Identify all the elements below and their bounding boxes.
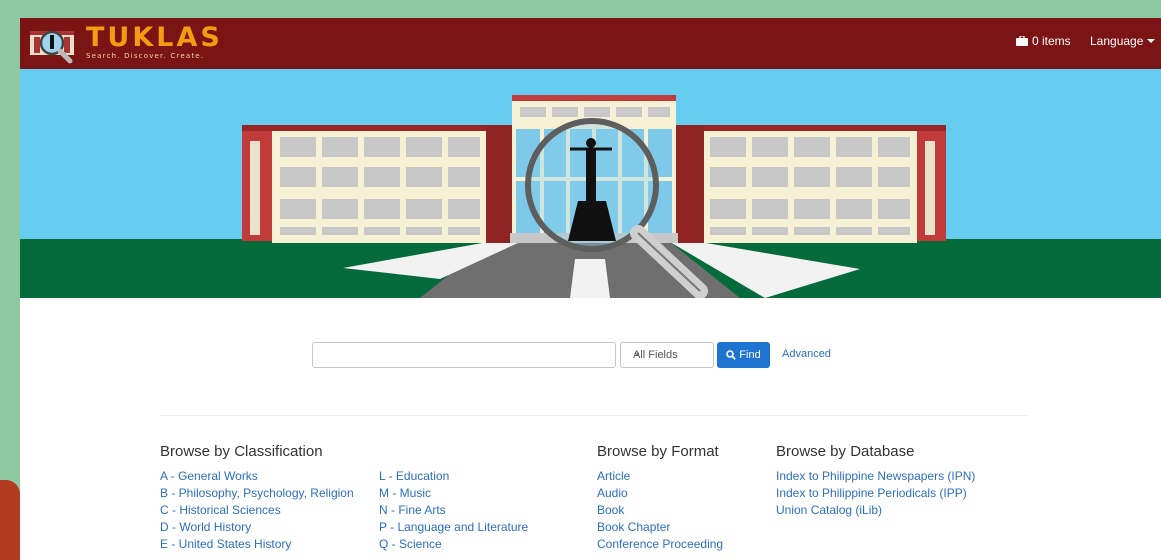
classification-link[interactable]: Q - Science bbox=[379, 536, 528, 553]
find-button[interactable]: Find bbox=[717, 342, 770, 368]
logo-title: TUKLAS bbox=[86, 22, 223, 53]
top-navbar: TUKLAS Search. Discover. Create. 0 items… bbox=[20, 18, 1161, 69]
search-field-select[interactable]: All Fields ⌄ bbox=[620, 342, 714, 368]
search-input[interactable] bbox=[312, 342, 616, 368]
database-link[interactable]: Index to Philippine Periodicals (IPP) bbox=[776, 485, 975, 502]
magnifier-building-logo-icon bbox=[30, 30, 74, 64]
advanced-search-link[interactable]: Advanced bbox=[782, 348, 831, 360]
background-decor bbox=[0, 480, 20, 560]
format-link[interactable]: Audio bbox=[597, 485, 723, 502]
logo[interactable]: TUKLAS Search. Discover. Create. bbox=[28, 21, 228, 65]
hero-banner bbox=[20, 69, 1161, 298]
classification-link[interactable]: A - General Works bbox=[160, 468, 354, 485]
briefcase-icon bbox=[1016, 36, 1028, 46]
classification-link[interactable]: D - World History bbox=[160, 519, 354, 536]
chevron-down-icon: ⌄ bbox=[633, 347, 642, 358]
classification-list-col1: A - General Works B - Philosophy, Psycho… bbox=[160, 468, 354, 553]
database-list: Index to Philippine Newspapers (IPN) Ind… bbox=[776, 468, 975, 519]
classification-link[interactable]: E - United States History bbox=[160, 536, 354, 553]
find-label: Find bbox=[739, 349, 761, 361]
classification-link[interactable]: L - Education bbox=[379, 468, 528, 485]
language-label: Language bbox=[1090, 34, 1144, 48]
format-link[interactable]: Article bbox=[597, 468, 723, 485]
caret-down-icon bbox=[1147, 39, 1156, 43]
database-link[interactable]: Index to Philippine Newspapers (IPN) bbox=[776, 468, 975, 485]
logo-tagline: Search. Discover. Create. bbox=[86, 52, 205, 60]
classification-link[interactable]: M - Music bbox=[379, 485, 528, 502]
format-list: Article Audio Book Book Chapter Conferen… bbox=[597, 468, 723, 553]
search-icon bbox=[726, 350, 737, 360]
browse-database-heading: Browse by Database bbox=[776, 443, 915, 460]
cart-label: 0 items bbox=[1032, 34, 1071, 48]
format-link[interactable]: Book Chapter bbox=[597, 519, 723, 536]
browse-classification-heading: Browse by Classification bbox=[160, 443, 323, 460]
cart-link[interactable]: 0 items bbox=[1016, 33, 1071, 49]
classification-link[interactable]: C - Historical Sciences bbox=[160, 502, 354, 519]
format-link[interactable]: Conference Proceeding bbox=[597, 536, 723, 553]
section-divider bbox=[161, 415, 1027, 416]
database-link[interactable]: Union Catalog (iLib) bbox=[776, 502, 975, 519]
browse-format-heading: Browse by Format bbox=[597, 443, 719, 460]
language-dropdown[interactable]: Language bbox=[1090, 33, 1156, 49]
classification-list-col2: L - Education M - Music N - Fine Arts P … bbox=[379, 468, 528, 553]
classification-link[interactable]: N - Fine Arts bbox=[379, 502, 528, 519]
classification-link[interactable]: B - Philosophy, Psychology, Religion bbox=[160, 485, 354, 502]
page: TUKLAS Search. Discover. Create. 0 items… bbox=[20, 18, 1161, 560]
classification-link[interactable]: P - Language and Literature bbox=[379, 519, 528, 536]
format-link[interactable]: Book bbox=[597, 502, 723, 519]
